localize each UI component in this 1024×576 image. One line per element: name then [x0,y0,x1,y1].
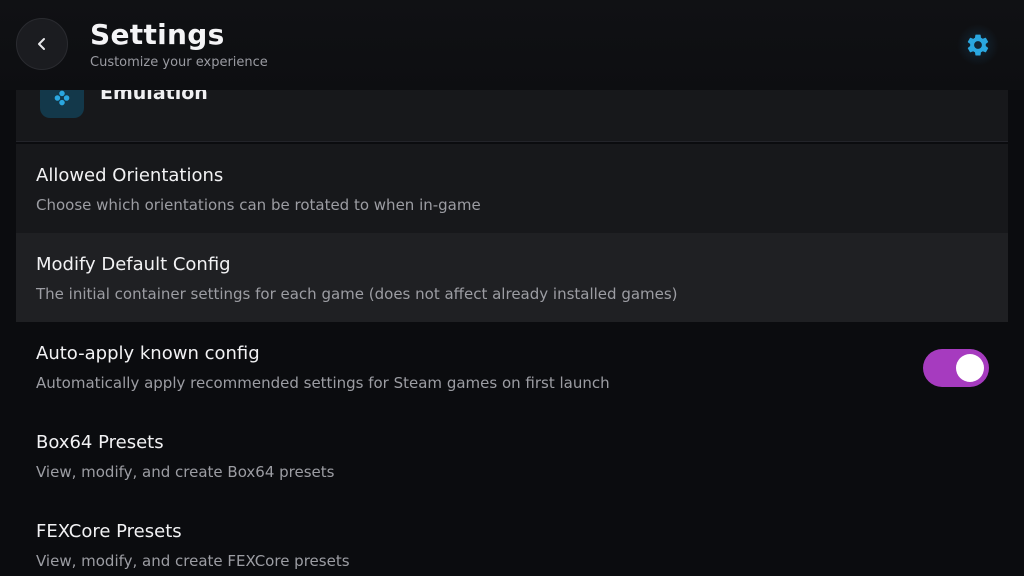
setting-description: The initial container settings for each … [36,285,678,303]
setting-title: Box64 Presets [36,432,164,453]
setting-description: Automatically apply recommended settings… [36,374,610,392]
setting-description: Choose which orientations can be rotated… [36,196,481,214]
setting-auto-apply-known-config[interactable]: Auto-apply known config Automatically ap… [16,322,1008,411]
settings-gear-button[interactable] [957,24,999,66]
toggle-knob [956,354,984,382]
setting-title: FEXCore Presets [36,521,182,542]
section-title: Emulation [100,90,208,104]
setting-title: Modify Default Config [36,254,231,275]
setting-title: Allowed Orientations [36,165,224,186]
gamepad-icon [40,90,84,118]
setting-modify-default-config[interactable]: Modify Default Config The initial contai… [16,233,1008,322]
setting-allowed-orientations[interactable]: Allowed Orientations Choose which orient… [16,144,1008,233]
auto-apply-toggle[interactable] [923,349,989,387]
page-subtitle: Customize your experience [90,55,268,70]
gear-icon [967,34,989,56]
chevron-left-icon [38,38,45,50]
setting-description: View, modify, and create Box64 presets [36,463,335,481]
back-button[interactable] [16,18,68,70]
setting-fexcore-presets[interactable]: FEXCore Presets View, modify, and create… [16,500,1008,576]
section-card-emulation: Emulation [16,90,1008,142]
setting-title: Auto-apply known config [36,343,260,364]
settings-screen: Emulation Allowed Orientations Choose wh… [0,0,1024,576]
setting-description: View, modify, and create FEXCore presets [36,552,350,570]
page-title: Settings [90,18,225,51]
top-app-bar: Settings Customize your experience [0,0,1024,90]
setting-box64-presets[interactable]: Box64 Presets View, modify, and create B… [16,411,1008,500]
